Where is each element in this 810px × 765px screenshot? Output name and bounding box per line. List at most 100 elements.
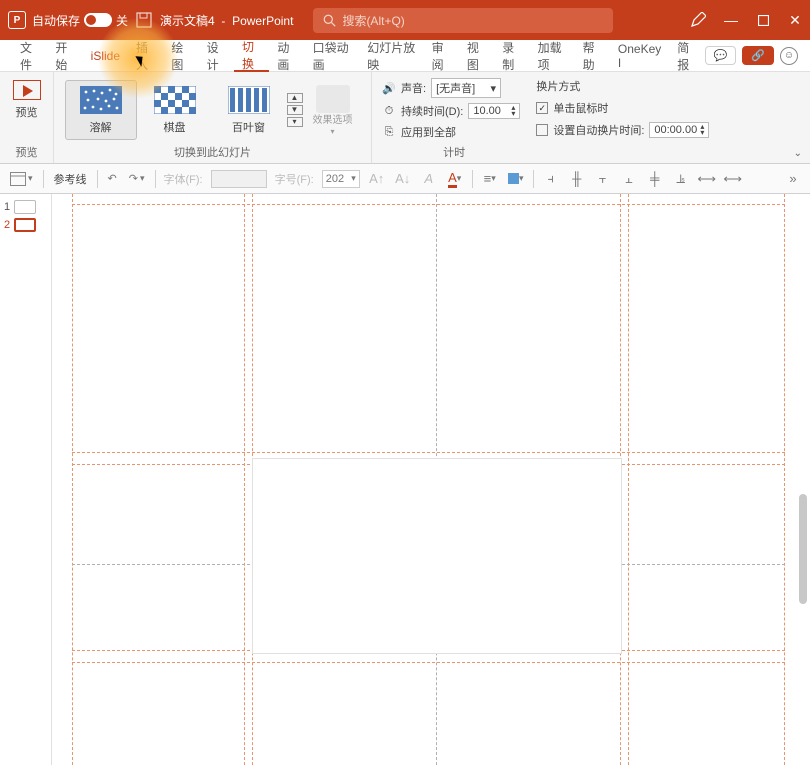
auto-advance-checkbox[interactable]: [536, 124, 548, 136]
search-box[interactable]: 搜索(Alt+Q): [313, 8, 613, 33]
font-label: 字体(F):: [164, 171, 203, 187]
guide-v: [244, 194, 245, 765]
apply-all-button[interactable]: ⎘ 应用到全部: [382, 124, 520, 140]
checker-icon: [154, 85, 196, 115]
transition-blinds-label: 百叶窗: [232, 119, 265, 135]
tab-design[interactable]: 设计: [199, 40, 234, 72]
tab-draw[interactable]: 绘图: [163, 40, 198, 72]
thumbnail-1[interactable]: 1: [0, 198, 51, 216]
quick-toolbar: ▾ 参考线 ↶ ↷▾ 字体(F): 字号(F): 202▾ A↑ A↓ A A▾…: [0, 164, 810, 194]
autosave-toggle-group[interactable]: 自动保存 关: [32, 12, 128, 29]
tab-slideshow[interactable]: 幻灯片放映: [359, 40, 423, 72]
effect-options-button: 效果选项 ▾: [305, 81, 361, 140]
tab-home[interactable]: 开始: [47, 40, 82, 72]
ribbon-collapse-button[interactable]: ⌄: [786, 144, 810, 163]
transition-dissolve-label: 溶解: [90, 119, 112, 135]
guide-v: [628, 194, 629, 765]
autosave-switch[interactable]: [84, 13, 112, 27]
align-top-icon[interactable]: ⫠: [620, 170, 638, 188]
qb-guides[interactable]: 参考线: [52, 169, 89, 189]
window-controls: — ✕: [690, 12, 802, 28]
tab-help[interactable]: 帮助: [575, 40, 610, 72]
distribute-h-icon[interactable]: ⟷: [698, 170, 716, 188]
autosave-label: 自动保存: [32, 12, 80, 29]
transition-checker[interactable]: 棋盘: [139, 80, 211, 140]
ribbon-tabs: 文件 开始 iSlide 插入 绘图 设计 切换 动画 口袋动画 幻灯片放映 审…: [0, 40, 810, 72]
align-right-icon[interactable]: ⫟: [594, 170, 612, 188]
qb-overflow[interactable]: »: [784, 170, 802, 188]
align-middle-icon[interactable]: ╪: [646, 170, 664, 188]
fontsize-label: 字号(F):: [275, 171, 314, 187]
tab-review[interactable]: 审阅: [424, 40, 459, 72]
transition-blinds[interactable]: 百叶窗: [213, 80, 285, 140]
tab-animations[interactable]: 动画: [269, 40, 304, 72]
qb-redo[interactable]: ↷▾: [127, 170, 147, 187]
duration-icon: ⏱: [382, 104, 396, 118]
comments-button[interactable]: 💬: [705, 46, 737, 65]
on-click-checkbox[interactable]: ✓: [536, 102, 548, 114]
document-title: 演示文稿4 - PowerPoint: [160, 12, 293, 29]
autosave-state: 关: [116, 12, 128, 29]
duration-label: 持续时间(D):: [401, 103, 463, 119]
ribbon: 预览 预览 溶解 棋盘 百叶窗: [0, 72, 810, 164]
guide-h: [72, 204, 785, 205]
on-click-label: 单击鼠标时: [553, 100, 608, 116]
auto-advance-time[interactable]: 00:00.00▴▾: [649, 122, 709, 138]
tab-onekey[interactable]: OneKey I: [610, 40, 669, 72]
guide-h: [72, 662, 785, 663]
sound-label: 声音:: [401, 80, 426, 96]
guide-h: [72, 452, 785, 453]
app-icon: P: [8, 11, 26, 29]
increase-font-icon[interactable]: A↑: [368, 170, 386, 188]
align-left-icon[interactable]: ⫞: [542, 170, 560, 188]
advance-group: 换片方式 ✓ 单击鼠标时 设置自动换片时间: 00:00.00▴▾: [526, 72, 719, 163]
tab-file[interactable]: 文件: [12, 40, 47, 72]
align-icon[interactable]: ≡▾: [481, 170, 499, 188]
transition-dissolve[interactable]: 溶解: [65, 80, 137, 140]
distribute-v-icon[interactable]: ⟷: [724, 170, 742, 188]
vertical-scrollbar[interactable]: [799, 494, 807, 604]
tab-transitions[interactable]: 切换: [234, 40, 269, 72]
slide-content-box[interactable]: [252, 458, 622, 654]
tab-view[interactable]: 视图: [459, 40, 494, 72]
shape-fill-icon[interactable]: ▾: [507, 170, 525, 188]
pencil-icon[interactable]: [690, 12, 706, 28]
save-icon[interactable]: [136, 12, 152, 28]
thumbnail-panel: 1 2: [0, 194, 52, 765]
decrease-font-icon[interactable]: A↓: [394, 170, 412, 188]
transition-checker-label: 棋盘: [164, 119, 186, 135]
search-icon: [323, 14, 336, 27]
thumbnail-2[interactable]: 2: [0, 216, 51, 234]
group-label-transitions: 切换到此幻灯片: [54, 144, 371, 160]
align-bottom-icon[interactable]: ⫡: [672, 170, 690, 188]
sound-icon: 🔊: [382, 81, 396, 95]
font-style-icon[interactable]: A: [420, 170, 438, 188]
qb-undo[interactable]: ↶: [106, 170, 119, 187]
close-button[interactable]: ✕: [788, 13, 802, 27]
slide-canvas[interactable]: [52, 194, 810, 765]
account-icon[interactable]: ☺: [780, 47, 798, 65]
search-placeholder: 搜索(Alt+Q): [342, 12, 404, 29]
tab-record[interactable]: 录制: [494, 40, 529, 72]
minimize-button[interactable]: —: [724, 13, 738, 27]
qb-layout-icon[interactable]: ▾: [8, 170, 35, 188]
maximize-button[interactable]: [756, 13, 770, 27]
share-button[interactable]: 🔗: [742, 46, 774, 65]
tab-pocket-anim[interactable]: 口袋动画: [305, 40, 360, 72]
group-label-timing: 计时: [382, 144, 526, 160]
tab-brief[interactable]: 简报: [669, 40, 704, 72]
font-color-icon[interactable]: A▾: [446, 170, 464, 188]
thumb-num-1: 1: [4, 201, 10, 213]
tab-insert[interactable]: 插入: [128, 40, 163, 72]
align-center-h-icon[interactable]: ╫: [568, 170, 586, 188]
sound-dropdown[interactable]: [无声音]▾: [431, 78, 501, 98]
preview-button[interactable]: 预览: [3, 76, 51, 124]
transitions-more[interactable]: ▲▼▾: [287, 93, 303, 127]
tab-addins[interactable]: 加载项: [530, 40, 575, 72]
tab-islide[interactable]: iSlide: [83, 40, 128, 72]
thumb-preview-1: [14, 200, 36, 214]
duration-input[interactable]: 10.00▴▾: [468, 103, 520, 119]
font-name-dropdown[interactable]: [211, 170, 267, 188]
font-size-dropdown[interactable]: 202▾: [322, 170, 360, 188]
guide-v: [72, 194, 73, 765]
